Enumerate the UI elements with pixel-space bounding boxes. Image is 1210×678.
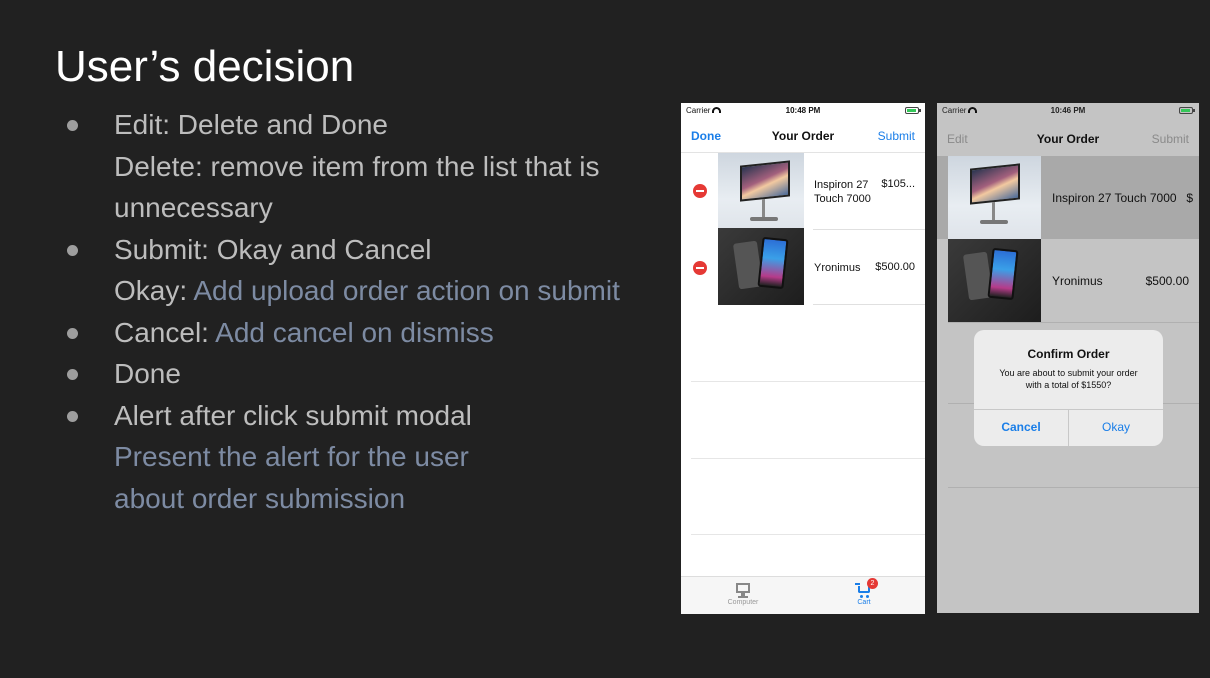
product-image [718,153,804,230]
item-price: $105... [881,178,915,190]
bullet-line: Okay: Add upload order action on submit [114,270,666,312]
bullet-text: Okay: [114,275,194,306]
bullet-item: Edit: Delete and Done Delete: remove item… [66,104,666,229]
bullet-line: Edit: Delete and Done [114,104,666,146]
item-price: $500.00 [875,261,915,273]
bullet-text: Alert after click submit modal [114,399,472,431]
bullet-text: about order submission [114,482,406,514]
bullet-line: about order submission [114,478,666,520]
nav-bar: Done Your Order Submit [681,121,925,153]
bullet-text: Edit: Delete and Done [114,109,388,140]
status-time: 10:46 PM [1050,106,1086,115]
bullet-text: Submit: Okay and Cancel [114,233,432,265]
bullet-item: Submit: Okay and Cancel Okay: Add upload … [66,229,666,312]
submit-button[interactable]: Submit [878,129,915,143]
bullet-dot [67,244,78,256]
cart-badge: 2 [867,578,878,589]
tab-bar: Computer 2 Cart [681,576,925,614]
bullet-text: Add cancel on dismiss [215,316,494,348]
nav-bar: Edit Your Order Submit [937,124,1199,156]
item-name: Inspiron 27 Touch 7000 [1052,191,1177,205]
status-time: 10:48 PM [785,106,821,115]
item-price: $ [1186,191,1193,205]
bullet-text: Cancel: [114,316,216,348]
alert-okay-button[interactable]: Okay [1069,420,1163,434]
battery-icon [905,107,921,114]
bullet-line: Submit: Okay and Cancel [114,229,666,271]
list-item[interactable]: Inspiron 27 Touch 7000 $ [937,156,1199,239]
alert-message: You are about to submit your order with a… [999,368,1138,390]
bullet-line: Done [114,353,666,395]
bullet-item: Done [66,353,666,395]
product-image [948,239,1041,322]
bullet-list: Edit: Delete and Done Delete: remove item… [66,104,666,519]
bullet-line: Present the alert for the user [114,436,666,478]
bullet-dot [67,410,78,422]
bullet-text: Present the alert for the user [114,441,469,472]
divider [948,487,1199,488]
bullet-item: Cancel: Add cancel on dismiss [66,312,666,354]
slide-title: User’s decision [55,42,355,91]
list-item[interactable]: Inspiron 27 Touch 7000 $105... [681,153,925,230]
product-image [718,228,804,305]
product-image [948,156,1041,239]
tab-cart[interactable]: 2 Cart [824,578,904,606]
tab-label: Computer [727,599,759,606]
battery-icon [1179,107,1195,114]
divider [948,322,1199,323]
alert-title: Confirm Order [1027,347,1110,361]
bullet-item: Alert after click submit modal Present th… [66,395,666,520]
list-item[interactable]: Yronimus $500.00 [681,228,925,305]
bullet-line: Delete: remove item from the list that i… [114,146,666,188]
divider [691,458,925,459]
item-name: Yronimus [1052,274,1103,288]
bullet-text: Done [114,358,181,389]
confirm-order-alert: Confirm Order You are about to submit yo… [974,330,1163,446]
bullet-dot [67,369,78,380]
status-bar: Carrier 10:46 PM [937,103,1199,119]
phone-screenshot-alert: Carrier 10:46 PM Edit Your Order Submit … [937,103,1199,613]
cart-icon: 2 [855,578,878,599]
divider [691,381,925,382]
divider [691,534,925,535]
item-name: Inspiron 27 Touch 7000 [814,179,871,205]
list-item[interactable]: Yronimus $500.00 [937,239,1199,322]
bullet-dot [67,120,78,131]
delete-icon[interactable] [693,261,707,275]
bullet-text: unnecessary [114,192,273,223]
item-price: $500.00 [1145,274,1189,288]
submit-button[interactable]: Submit [1152,132,1189,146]
tab-computer[interactable]: Computer [703,581,783,606]
delete-icon[interactable] [693,184,707,198]
tab-label: Cart [857,599,871,606]
bullet-text: Add upload order action on submit [193,275,620,306]
item-name: Yronimus [814,262,861,274]
status-bar: Carrier 10:48 PM [681,103,925,119]
monitor-icon [734,581,752,599]
phone-screenshot-edit-mode: Carrier 10:48 PM Done Your Order Submit … [681,103,925,614]
bullet-text: Delete: remove item from the list that i… [114,150,600,182]
bullet-dot [67,327,78,339]
bullet-line: Cancel: Add cancel on dismiss [114,312,666,354]
bullet-line: unnecessary [114,187,666,229]
alert-cancel-button[interactable]: Cancel [974,420,1068,434]
bullet-line: Alert after click submit modal [114,395,666,437]
